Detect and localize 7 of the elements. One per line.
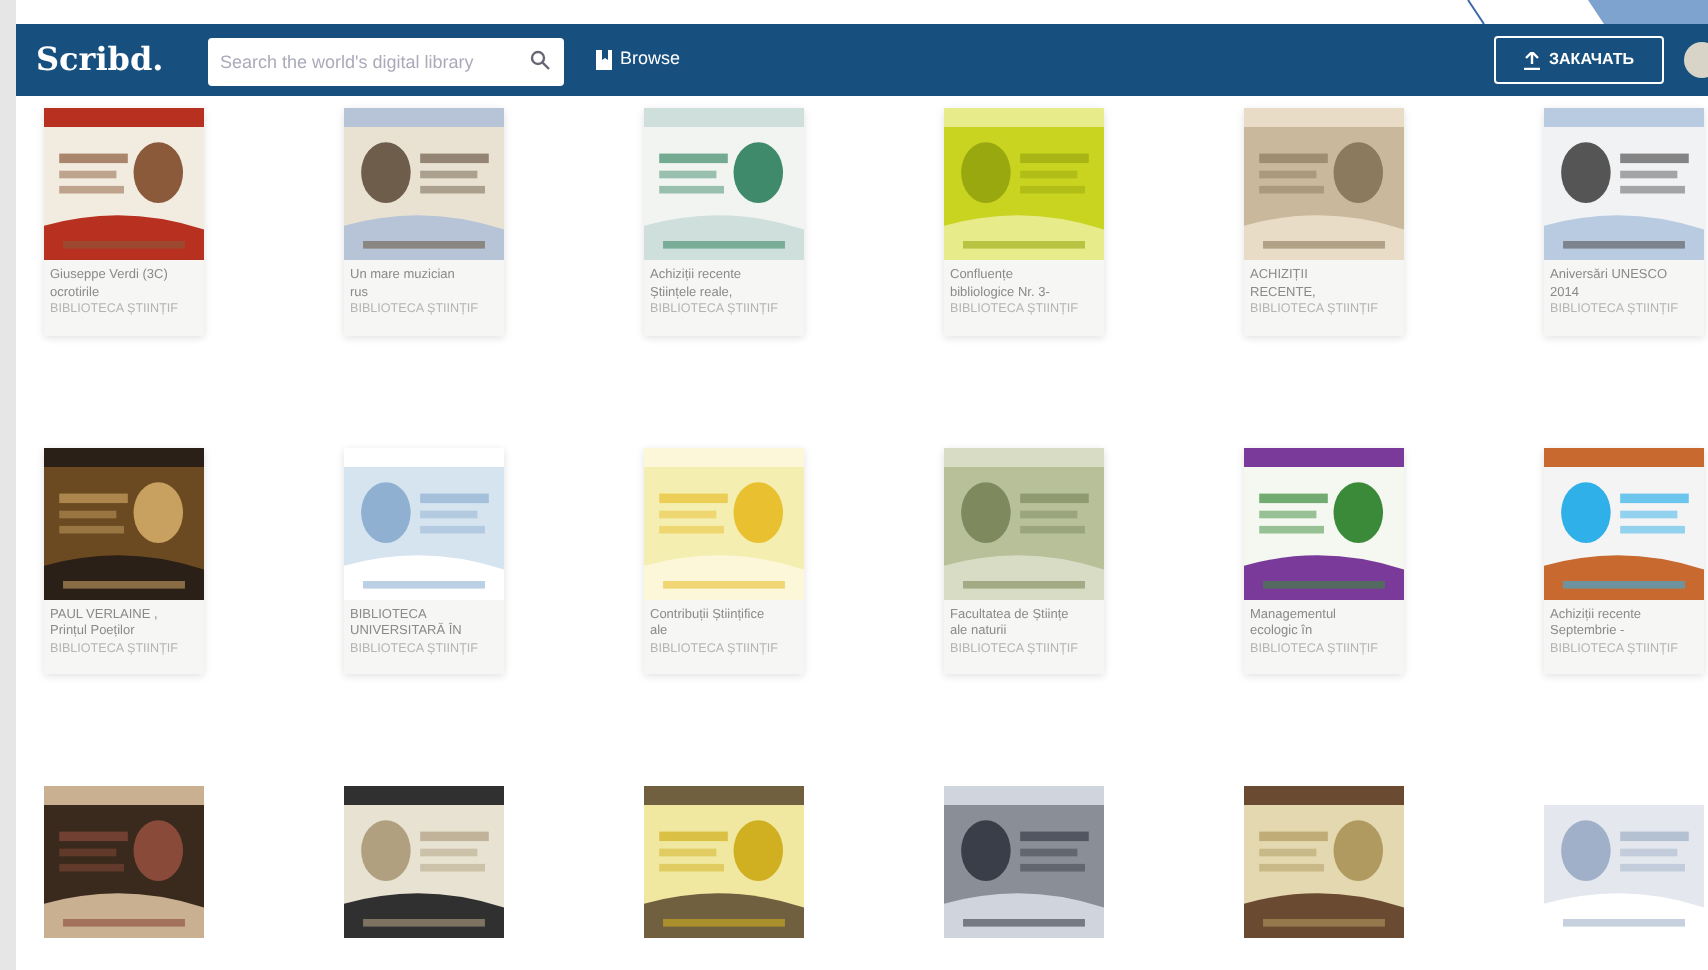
browse-link[interactable]: Browse (596, 46, 681, 74)
bookmark-icon (596, 50, 612, 70)
logo[interactable]: Scribd. (36, 36, 188, 84)
search-icon[interactable] (530, 50, 550, 70)
upload-button[interactable]: ЗАКАЧАТЬ (1493, 36, 1664, 84)
search-field[interactable]: Search the world's digital library (208, 38, 564, 86)
upload-icon (1523, 51, 1540, 69)
